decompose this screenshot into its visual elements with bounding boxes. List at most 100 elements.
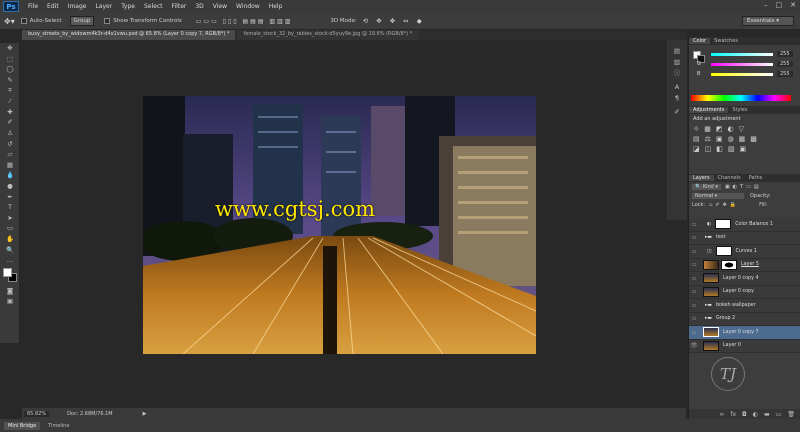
zoom-icon[interactable]: 🔍 [0,244,20,255]
paragraph-panel-icon[interactable]: ¶ [667,92,687,103]
eraser-icon[interactable]: ▱ [0,149,20,160]
brush-panel-icon[interactable]: ✐ [667,107,687,118]
layer-row[interactable]: ▫ ▸▬ bokeh wallpaper [689,299,800,313]
status-menu-icon[interactable]: ▶ [143,411,147,417]
group-dropdown[interactable]: Group [69,16,95,26]
visibility-icon[interactable]: ▫ [689,275,699,282]
shape-icon[interactable]: ▭ [0,223,20,234]
zoom-level[interactable]: 65.82% [24,410,50,417]
minimize-button[interactable]: – [764,1,768,9]
close-button[interactable]: ✕ [790,1,796,9]
color-ramp[interactable] [691,95,791,101]
kind-filter-dropdown[interactable]: 🔍 Kind ▾ [692,184,721,190]
blur-icon[interactable]: 💧 [0,170,20,181]
visibility-icon[interactable]: ▫ [689,261,699,268]
new-adjustment-icon[interactable]: ◐ [753,411,758,418]
crop-icon[interactable]: ⌗ [0,85,20,96]
visibility-icon[interactable]: ▫ [689,315,699,322]
history-brush-icon[interactable]: ↺ [0,138,20,149]
move-icon[interactable]: ✥ [0,43,20,54]
green-slider[interactable]: G 255 [689,59,800,69]
layer-row[interactable]: ▫ Layer 0 copy [689,286,800,299]
visibility-icon[interactable]: ▫ [689,234,699,241]
menu-3d[interactable]: 3D [195,3,203,10]
menu-edit[interactable]: Edit [47,3,59,10]
eye-icon[interactable]: 👁 [689,342,699,349]
menu-filter[interactable]: Filter [172,3,187,10]
red-slider[interactable]: R 255 [689,49,800,59]
align-icons[interactable]: ▭▭▭ ▯▯▯ ▤▤▤ ▥▥▥ [196,18,293,25]
tab-female-stock[interactable]: female_stock_32_by_rabies_stock-d5yuy9e.… [237,30,419,40]
layer-row[interactable]: ▫ ▸▬ Group 2 [689,313,800,326]
layer-row-selected[interactable]: ▫ Layer 0 copy 7 [689,326,800,340]
clone-stamp-icon[interactable]: ♙ [0,128,20,139]
tab-timeline[interactable]: Timeline [44,422,73,430]
hand-icon[interactable]: ✋ [0,234,20,245]
visibility-icon[interactable]: ▫ [689,221,699,228]
menu-help[interactable]: Help [269,3,283,10]
gradient-icon[interactable]: ▦ [0,160,20,171]
menu-view[interactable]: View [213,3,227,10]
blend-mode-dropdown[interactable]: Normal ▾ [692,193,744,199]
workspace-dropdown[interactable]: Essentials ▾ [742,16,794,26]
link-layers-icon[interactable]: ∞ [719,411,724,418]
layer-row[interactable]: ▫ ◐ Color Balance 1 [689,218,800,232]
tab-layers[interactable]: Layers [689,175,714,181]
new-layer-icon[interactable]: ▭ [776,411,782,418]
filter-icons[interactable]: ▣◐T▭▤ [725,184,762,190]
lock-icons[interactable]: ▫✐✥🔒 [709,202,739,208]
tab-swatches[interactable]: Swatches [710,38,742,44]
tab-adjustments[interactable]: Adjustments [689,107,729,113]
tab-styles[interactable]: Styles [728,107,751,113]
brush-icon[interactable]: ✐ [0,117,20,128]
quick-mask-icon[interactable]: ◙ [0,285,20,296]
eyedropper-icon[interactable]: ⁄ [0,96,20,107]
tab-busy-streets[interactable]: busy_streets_by_widowm4k3r-d4x1vwu.psd @… [22,30,236,40]
layer-row[interactable]: ▫ Layer 0 copy 4 [689,272,800,286]
layer-row[interactable]: 👁 Layer 0 [689,340,800,353]
info-panel-icon[interactable]: ⓘ [667,67,687,78]
tab-paths[interactable]: Paths [745,175,767,181]
add-mask-icon[interactable]: ◘ [742,411,747,418]
history-panel-icon[interactable]: ▤ [667,46,687,57]
lasso-icon[interactable]: ◯ [0,64,20,75]
more-tools-icon[interactable]: … [0,255,20,266]
new-group-icon[interactable]: ▬ [764,411,770,418]
path-select-icon[interactable]: ➤ [0,213,20,224]
quick-select-icon[interactable]: ✎ [0,75,20,86]
type-icon[interactable]: T [0,202,20,213]
auto-select-checkbox[interactable]: Auto-Select [20,18,62,24]
visibility-icon[interactable]: ▫ [689,302,699,309]
layer-row[interactable]: ▫ ▸▬ text [689,232,800,245]
move-tool-icon[interactable]: ✥▾ [4,17,15,26]
show-transform-checkbox[interactable]: Show Transform Controls [104,18,182,24]
tab-channels[interactable]: Channels [714,175,745,181]
tab-color[interactable]: Color [689,38,711,44]
pen-icon[interactable]: ✒ [0,191,20,202]
character-panel-icon[interactable]: A [667,82,687,93]
menu-select[interactable]: Select [144,3,163,10]
trash-icon[interactable]: 🗑 [787,411,795,418]
adjustment-icons-row-2[interactable]: ▤⚖▣◍▦▩ [693,135,796,143]
visibility-icon[interactable]: ▫ [689,288,699,295]
screen-mode-icon[interactable]: ▣ [0,296,20,307]
adjustment-icons-row-3[interactable]: ◪◫◧▧▣ [693,145,796,153]
menu-type[interactable]: Type [121,3,135,10]
tab-mini-bridge[interactable]: Mini Bridge [4,421,41,430]
maximize-button[interactable]: □ [776,1,783,9]
blue-slider[interactable]: B 255 [689,69,800,79]
menu-image[interactable]: Image [68,3,87,10]
visibility-icon[interactable]: ▫ [689,329,699,336]
visibility-icon[interactable]: ▫ [689,248,699,255]
layer-row[interactable]: ▫ Layer 5 [689,259,800,272]
marquee-icon[interactable]: ⬚ [0,54,20,65]
dodge-icon[interactable]: ● [0,181,20,192]
layer-row[interactable]: ▫ ◫ Curves 1 [689,245,800,259]
menu-window[interactable]: Window [236,3,260,10]
menu-layer[interactable]: Layer [95,3,112,10]
color-swatches[interactable] [0,265,19,285]
adjustment-icons-row-1[interactable]: ☼▦◩◐▽ [693,125,796,133]
menu-file[interactable]: File [28,3,38,10]
document-image[interactable]: www.cgtsj.com [143,96,536,354]
healing-icon[interactable]: ✚ [0,107,20,118]
